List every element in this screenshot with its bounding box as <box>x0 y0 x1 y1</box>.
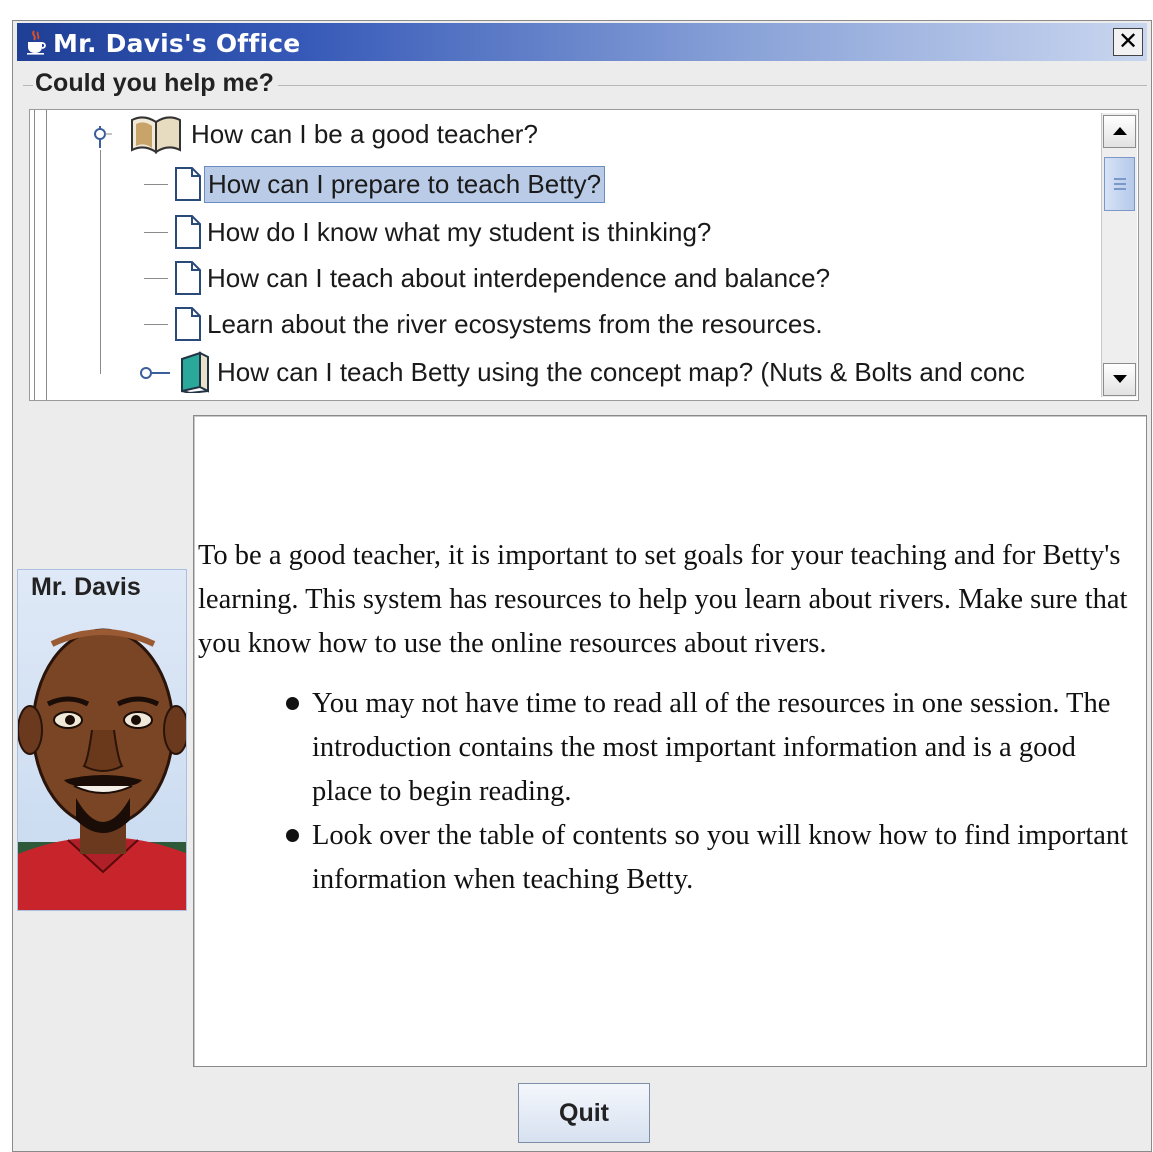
tree-guide-line <box>34 110 35 400</box>
tree-item-label: Learn about the river ecosystems from th… <box>207 308 823 339</box>
tree-item-label: How can I teach about interdependence an… <box>207 262 831 293</box>
bullet-text: You may not have time to read all of the… <box>312 688 1111 807</box>
tree-connector <box>144 278 168 279</box>
bullet-item: Look over the table of contents so you w… <box>286 814 1140 902</box>
bullet-icon <box>286 829 299 842</box>
close-icon: ✕ <box>1117 27 1139 55</box>
document-icon <box>175 307 201 341</box>
answer-content-pane[interactable]: To be a good teacher, it is important to… <box>193 415 1147 1067</box>
tree-item-label: How can I teach Betty using the concept … <box>217 356 1025 387</box>
title-bar[interactable]: Mr. Davis's Office ✕ <box>17 23 1147 61</box>
dialog-window: Mr. Davis's Office ✕ Could you help me? … <box>12 20 1152 1152</box>
grip-line <box>1114 188 1126 190</box>
tree-item-student-thinking[interactable]: How do I know what my student is thinkin… <box>172 212 714 252</box>
tree-item-river-ecosystems[interactable]: Learn about the river ecosystems from th… <box>172 304 826 344</box>
collapsed-handle-icon[interactable] <box>138 364 172 382</box>
answer-bullet-list: You may not have time to read all of the… <box>198 682 1140 902</box>
document-icon <box>175 215 201 249</box>
tree-connector <box>144 184 168 185</box>
expanded-handle-icon[interactable] <box>88 126 112 148</box>
tree-item-prepare[interactable]: How can I prepare to teach Betty? <box>172 164 606 204</box>
tree-item-label: How do I know what my student is thinkin… <box>207 216 712 247</box>
close-button[interactable]: ✕ <box>1113 28 1143 56</box>
document-icon <box>175 261 201 295</box>
question-tree[interactable]: How can I be a good teacher? How can I p… <box>29 109 1139 401</box>
answer-paragraph: To be a good teacher, it is important to… <box>198 540 1128 659</box>
tree-item-good-teacher[interactable]: How can I be a good teacher? <box>126 114 541 154</box>
grip-line <box>1114 178 1126 180</box>
teacher-avatar <box>18 628 186 910</box>
scroll-down-button[interactable] <box>1103 363 1136 396</box>
help-group-label: Could you help me? <box>33 69 278 98</box>
tree-item-interdependence[interactable]: How can I teach about interdependence an… <box>172 258 833 298</box>
java-cup-icon <box>27 30 46 55</box>
bullet-item: You may not have time to read all of the… <box>286 682 1140 814</box>
window-title: Mr. Davis's Office <box>53 29 301 58</box>
document-icon <box>175 167 201 201</box>
agent-name-label: Mr. Davis <box>31 573 141 601</box>
arrow-up-icon <box>1112 127 1127 135</box>
tree-connector <box>144 324 168 325</box>
arrow-down-icon <box>1112 375 1127 383</box>
tree-item-concept-map[interactable]: How can I teach Betty using the concept … <box>176 351 1028 393</box>
quit-button[interactable]: Quit <box>518 1083 650 1143</box>
tree-guide-line <box>100 150 101 374</box>
tree-item-label: How can I prepare to teach Betty? <box>204 165 606 203</box>
scroll-up-button[interactable] <box>1103 115 1136 148</box>
answer-text: To be a good teacher, it is important to… <box>198 534 1140 902</box>
closed-book-icon <box>181 351 209 393</box>
scroll-thumb[interactable] <box>1104 157 1135 211</box>
open-book-icon <box>131 116 181 154</box>
tree-scrollbar[interactable] <box>1101 113 1137 397</box>
tree-connector <box>144 232 168 233</box>
tree-item-label: How can I be a good teacher? <box>191 118 538 149</box>
bullet-icon <box>286 697 299 710</box>
grip-line <box>1114 183 1126 185</box>
agent-panel <box>17 569 187 911</box>
bullet-text: Look over the table of contents so you w… <box>312 820 1129 895</box>
tree-guide-line <box>46 110 47 400</box>
